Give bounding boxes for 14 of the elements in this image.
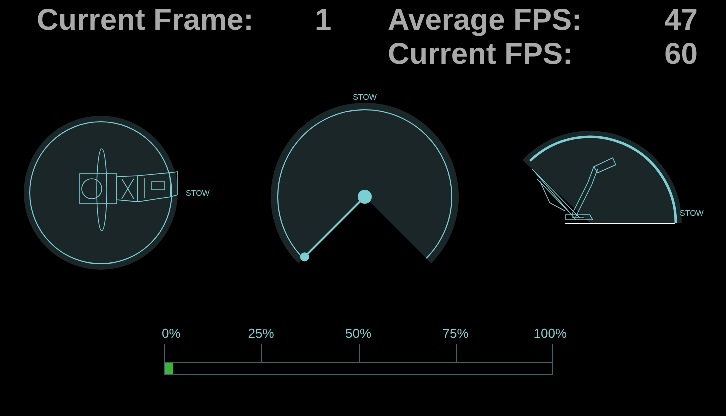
stat-label: Average FPS: bbox=[388, 4, 583, 38]
stat-value: 60 bbox=[664, 38, 698, 72]
stat-value: 1 bbox=[315, 4, 333, 38]
percent-label: 0% bbox=[162, 326, 181, 341]
percent-label: 100% bbox=[534, 326, 567, 341]
stow-label: STOW bbox=[680, 209, 704, 218]
percent-label: 75% bbox=[442, 326, 469, 341]
stow-label: STOW bbox=[186, 189, 210, 198]
stow-label: STOW bbox=[353, 93, 377, 102]
stat-label: Current Frame: bbox=[37, 4, 255, 38]
stat-label: Current FPS: bbox=[388, 38, 574, 72]
percent-label: 50% bbox=[345, 326, 372, 341]
stat-value: 47 bbox=[664, 4, 698, 38]
percent-label: 25% bbox=[248, 326, 274, 341]
